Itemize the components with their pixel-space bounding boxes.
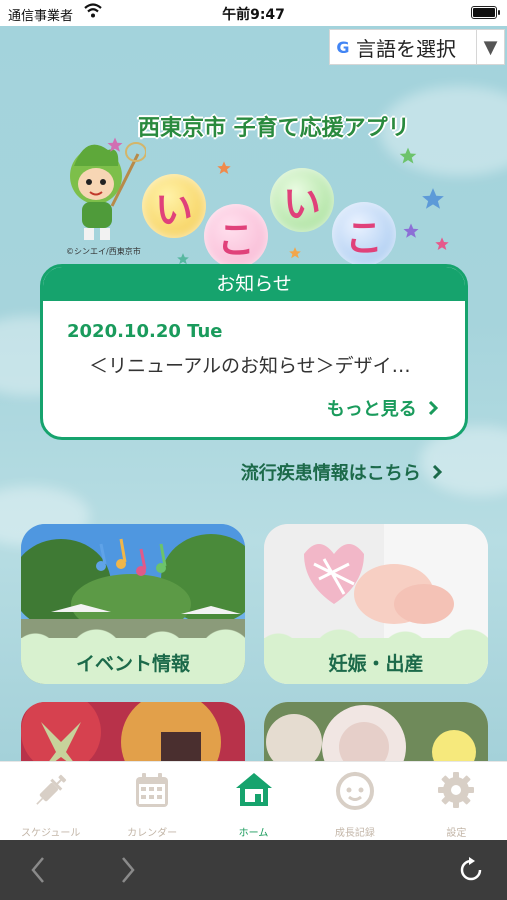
calendar-icon xyxy=(136,773,169,807)
chevron-left-icon xyxy=(31,857,44,883)
star-icon xyxy=(399,147,417,164)
browser-toolbar xyxy=(0,840,507,900)
dropdown-arrow-icon: ▼ xyxy=(476,29,504,65)
battery-icon xyxy=(471,6,500,19)
home-icon xyxy=(235,773,272,806)
logo-bubble-i: い xyxy=(142,174,206,238)
logo-bubble-ko2: こ xyxy=(332,202,396,266)
tab-calendar-label: カレンダー xyxy=(127,828,178,839)
baby-face-icon xyxy=(335,772,374,810)
logo-subtitle: 西東京市 子育て応援アプリ xyxy=(138,116,410,141)
language-label: 言語を選択 xyxy=(356,36,456,61)
google-icon: G xyxy=(336,37,350,57)
mascot-icon xyxy=(70,142,146,240)
star-icon xyxy=(289,247,301,259)
chevron-right-icon xyxy=(428,400,439,416)
star-icon xyxy=(217,161,231,174)
tab-home-label: ホーム xyxy=(238,828,269,839)
pregnancy-label: 妊娠・出産 xyxy=(264,624,488,684)
syringe-icon xyxy=(35,774,66,805)
event-info-card[interactable]: イベント情報 xyxy=(21,524,245,684)
tab-settings-label: 設定 xyxy=(446,828,467,839)
news-header: お知らせ xyxy=(43,267,465,301)
autumn-card[interactable] xyxy=(21,702,245,761)
autumn-photo xyxy=(21,702,245,761)
logo-bubble-i2: い xyxy=(270,168,334,232)
tab-calendar[interactable]: カレンダー xyxy=(101,762,202,840)
star-icon xyxy=(403,223,419,238)
tab-schedule-label: スケジュール xyxy=(21,828,81,839)
forward-button[interactable] xyxy=(112,854,144,886)
news-card[interactable]: お知らせ 2020.10.20 Tue ＜リニューアルのお知らせ＞デザイ… もっ… xyxy=(40,264,468,440)
home-content[interactable]: G 言語を選択 ▼ 西東京市 子育て応援アプリ い こ い こ ©シンエイ/西東… xyxy=(0,26,507,761)
reload-button[interactable] xyxy=(455,854,487,886)
chevron-right-icon xyxy=(432,464,443,480)
tab-bar: スケジュール カレンダー ホーム 成長記録 設定 xyxy=(0,761,507,840)
disease-info-link[interactable]: 流行疾患情報はこちら xyxy=(241,459,443,485)
event-info-label: イベント情報 xyxy=(21,624,245,684)
tab-schedule[interactable]: スケジュール xyxy=(0,762,101,840)
star-icon xyxy=(422,188,444,209)
language-selector[interactable]: G 言語を選択 ▼ xyxy=(329,29,505,65)
tab-settings[interactable]: 設定 xyxy=(406,762,507,840)
back-button[interactable] xyxy=(22,854,54,886)
star-icon xyxy=(435,237,449,250)
logo-bubble-ko: こ xyxy=(204,204,268,268)
clock: 午前9:47 xyxy=(222,7,285,23)
pregnancy-card[interactable]: 妊娠・出産 xyxy=(264,524,488,684)
flower-photo xyxy=(264,702,488,761)
chevron-right-icon xyxy=(122,857,135,883)
news-headline[interactable]: ＜リニューアルのお知らせ＞デザイ… xyxy=(89,351,411,378)
reload-icon xyxy=(460,857,482,881)
app-logo: 西東京市 子育て応援アプリ い こ い こ ©シンエイ/西東京市 xyxy=(56,106,452,282)
tab-home[interactable]: ホーム xyxy=(203,762,304,840)
more-link[interactable]: もっと見る xyxy=(327,395,439,421)
gear-icon xyxy=(438,772,475,808)
disease-info-label: 流行疾患情報はこちら xyxy=(240,463,421,484)
tab-growth-record-label: 成長記録 xyxy=(334,828,375,839)
flower-card[interactable] xyxy=(264,702,488,761)
star-icon xyxy=(107,137,123,152)
status-bar: 通信事業者 午前9:47 xyxy=(0,0,507,26)
tab-growth-record[interactable]: 成長記録 xyxy=(304,762,405,840)
logo-credit: ©シンエイ/西東京市 xyxy=(66,247,141,256)
more-link-label: もっと見る xyxy=(326,399,417,420)
news-date: 2020.10.20 Tue xyxy=(67,321,223,342)
